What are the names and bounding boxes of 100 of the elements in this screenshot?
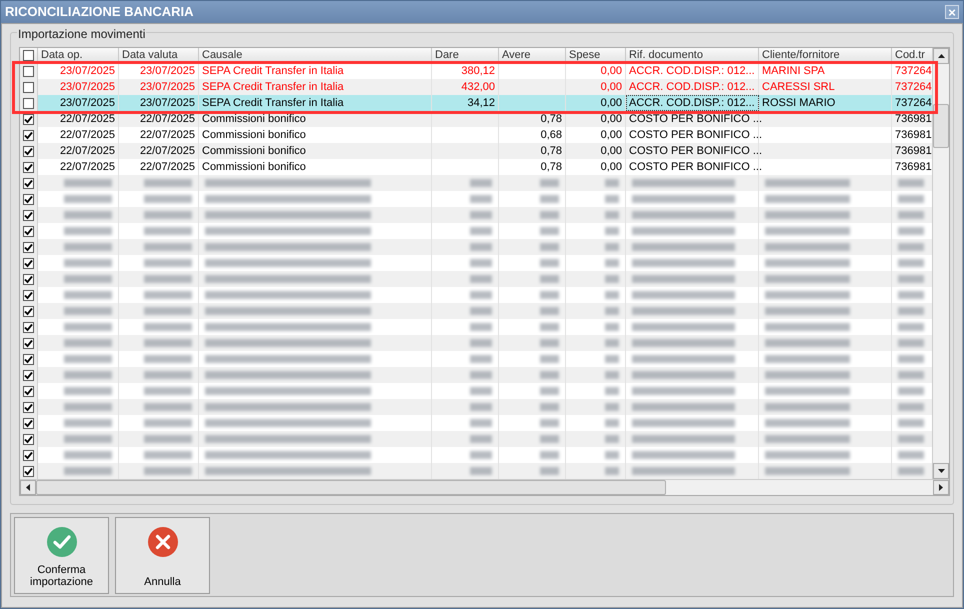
table-cell: MARINI SPA: [762, 66, 825, 76]
blurred-text: [540, 291, 559, 299]
checkbox[interactable]: [23, 402, 34, 412]
cancel-button[interactable]: Annulla: [115, 517, 210, 594]
checkbox[interactable]: [23, 50, 34, 60]
blurred-text: [470, 403, 492, 411]
scroll-thumb[interactable]: [933, 104, 949, 148]
checkbox[interactable]: [23, 114, 34, 124]
blurred-text: [144, 339, 192, 347]
table-row[interactable]: 22/07/2025 22/07/2025 Commissioni bonifico 0,78 0,00 COSTO PER BONIFICO ... 736981: [20, 159, 932, 175]
check-circle-icon: [46, 526, 78, 558]
column-header[interactable]: Spese: [569, 50, 600, 60]
blurred-text: [605, 323, 619, 331]
table-row[interactable]: 23/07/2025 23/07/2025 SEPA Credit Transfer in Italia 432,00 0,00 ACCR. COD.DISP.: 012... CARESSI SRL 737264: [20, 79, 932, 95]
blurred-text: [605, 403, 619, 411]
table-row[interactable]: 22/07/2025 22/07/2025 Commissioni bonifico 0,78 0,00 COSTO PER BONIFICO ... 736981: [20, 143, 932, 159]
blurred-text: [144, 275, 192, 283]
table-cell: 23/07/2025: [60, 98, 115, 108]
blurred-text: [898, 387, 924, 395]
checkbox[interactable]: [23, 354, 34, 364]
blurred-text: [144, 179, 192, 187]
scroll-right-button[interactable]: [933, 480, 949, 495]
blurred-text: [898, 195, 924, 203]
checkbox[interactable]: [23, 242, 34, 252]
confirm-button[interactable]: Conferma importazione: [14, 517, 109, 594]
column-header[interactable]: Avere: [502, 50, 531, 60]
blurred-text: [605, 355, 619, 363]
column-header[interactable]: Cliente/fornitore: [762, 50, 840, 60]
checkbox[interactable]: [23, 258, 34, 268]
blurred-text: [64, 243, 112, 251]
blurred-text: [144, 371, 192, 379]
checkbox[interactable]: [23, 450, 34, 460]
column-header[interactable]: Causale: [202, 50, 242, 60]
blurred-text: [605, 179, 619, 187]
blurred-text: [64, 179, 112, 187]
blurred-text: [540, 307, 559, 315]
blurred-text: [64, 195, 112, 203]
table-cell: Commissioni bonifico: [202, 146, 306, 156]
column-header[interactable]: Cod.tr: [895, 50, 925, 60]
table-cell: 22/07/2025: [60, 130, 115, 140]
blurred-text: [898, 419, 924, 427]
checkbox[interactable]: [23, 98, 34, 108]
column-header[interactable]: Dare: [435, 50, 459, 60]
table-row[interactable]: 22/07/2025 22/07/2025 Commissioni bonifico 0,68 0,00 COSTO PER BONIFICO ... 736981: [20, 127, 932, 143]
blurred-text: [144, 195, 192, 203]
checkbox[interactable]: [23, 434, 34, 444]
checkbox[interactable]: [23, 146, 34, 156]
blurred-text: [898, 451, 924, 459]
checkbox[interactable]: [23, 466, 34, 476]
scroll-up-button[interactable]: [933, 48, 949, 64]
checkbox[interactable]: [23, 370, 34, 380]
blurred-text: [898, 307, 924, 315]
checkbox[interactable]: [23, 226, 34, 236]
table-cell: COSTO PER BONIFICO ...: [629, 130, 762, 140]
checkbox[interactable]: [23, 386, 34, 396]
blurred-text: [470, 211, 492, 219]
blurred-text: [605, 371, 619, 379]
blurred-text: [605, 243, 619, 251]
blurred-text: [540, 371, 559, 379]
blurred-text: [470, 467, 492, 475]
table-row[interactable]: 23/07/2025 23/07/2025 SEPA Credit Transfer in Italia 34,12 0,00 ACCR. COD.DISP.: 012... ROSSI MARIO 737264: [20, 95, 932, 111]
blurred-text: [64, 275, 112, 283]
vertical-scrollbar[interactable]: [932, 48, 949, 479]
table-cell: SEPA Credit Transfer in Italia: [202, 66, 344, 76]
checkbox[interactable]: [23, 338, 34, 348]
column-header[interactable]: Data valuta: [122, 50, 178, 60]
scroll-down-button[interactable]: [933, 463, 949, 479]
column-header[interactable]: Rif. documento: [629, 50, 703, 60]
blurred-text: [605, 387, 619, 395]
scroll-thumb[interactable]: [36, 480, 666, 495]
checkbox[interactable]: [23, 306, 34, 316]
checkbox[interactable]: [23, 66, 34, 76]
checkbox[interactable]: [23, 194, 34, 204]
checkbox[interactable]: [23, 82, 34, 92]
blurred-text: [605, 259, 619, 267]
checkbox[interactable]: [23, 210, 34, 220]
checkbox[interactable]: [23, 130, 34, 140]
table-cell: 23/07/2025: [140, 66, 195, 76]
checkbox[interactable]: [23, 274, 34, 284]
horizontal-scrollbar[interactable]: [20, 479, 949, 495]
blurred-text: [605, 275, 619, 283]
column-header[interactable]: Data op.: [41, 50, 83, 60]
blurred-text: [64, 211, 112, 219]
blurred-text: [540, 451, 559, 459]
checkbox[interactable]: [23, 162, 34, 172]
table-cell: 22/07/2025: [60, 114, 115, 124]
blurred-text: [144, 211, 192, 219]
blurred-text: [144, 227, 192, 235]
blurred-text: [144, 243, 192, 251]
table-cell: 737264: [895, 66, 932, 76]
scroll-left-button[interactable]: [20, 480, 36, 495]
checkbox[interactable]: [23, 290, 34, 300]
blurred-text: [540, 227, 559, 235]
checkbox[interactable]: [23, 322, 34, 332]
blurred-text: [64, 419, 112, 427]
checkbox[interactable]: [23, 178, 34, 188]
checkbox[interactable]: [23, 418, 34, 428]
blurred-text: [540, 387, 559, 395]
table-cell: 0,00: [600, 130, 622, 140]
blurred-text: [64, 307, 112, 315]
